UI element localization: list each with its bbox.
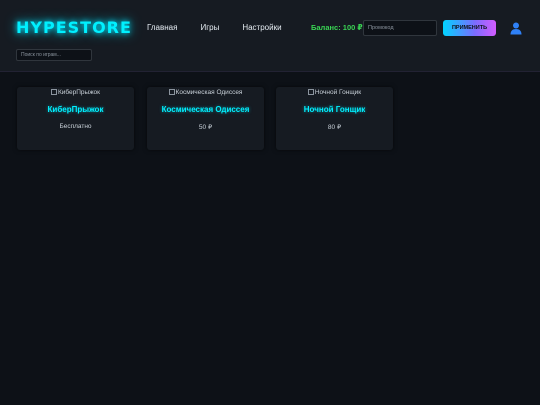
user-icon[interactable] — [509, 21, 523, 35]
apply-promo-button[interactable]: ПРИМЕНИТЬ — [443, 20, 496, 36]
logo[interactable]: HYPESTORE — [16, 18, 132, 37]
game-title[interactable]: Космическая Одиссея — [147, 105, 264, 114]
game-title[interactable]: Ночной Гонщик — [276, 105, 393, 114]
broken-image-icon — [50, 89, 57, 96]
nav-link-home[interactable]: Главная — [147, 23, 177, 32]
game-image: Ночной Гонщик — [276, 89, 393, 96]
game-image: Космическая Одиссея — [147, 89, 264, 96]
game-image-alt: Космическая Одиссея — [175, 89, 243, 96]
broken-image-icon — [307, 89, 314, 96]
game-price: Бесплатно — [59, 123, 92, 130]
game-image-alt: КиберПрыжок — [57, 89, 101, 96]
game-card[interactable]: Ночной Гонщик Ночной Гонщик 80 ₽ — [276, 87, 393, 150]
game-search-input[interactable] — [16, 49, 92, 61]
game-image-alt: Ночной Гонщик — [314, 89, 362, 96]
balance-display: Баланс: 100 ₽ — [311, 23, 363, 32]
game-price: 50 ₽ — [198, 124, 213, 131]
game-price: 80 ₽ — [327, 124, 342, 131]
nav-link-settings[interactable]: Настройки — [242, 23, 281, 32]
promo-code-input[interactable] — [363, 20, 437, 36]
game-card[interactable]: Космическая Одиссея Космическая Одиссея … — [147, 87, 264, 150]
game-title[interactable]: КиберПрыжок — [17, 105, 134, 114]
header: HYPESTORE Главная Игры Настройки Баланс:… — [0, 0, 540, 72]
game-image: КиберПрыжок — [17, 89, 134, 96]
broken-image-icon — [168, 89, 175, 96]
nav-link-games[interactable]: Игры — [200, 23, 219, 32]
game-card[interactable]: КиберПрыжок КиберПрыжок Бесплатно — [17, 87, 134, 150]
main-nav: Главная Игры Настройки — [147, 23, 305, 32]
